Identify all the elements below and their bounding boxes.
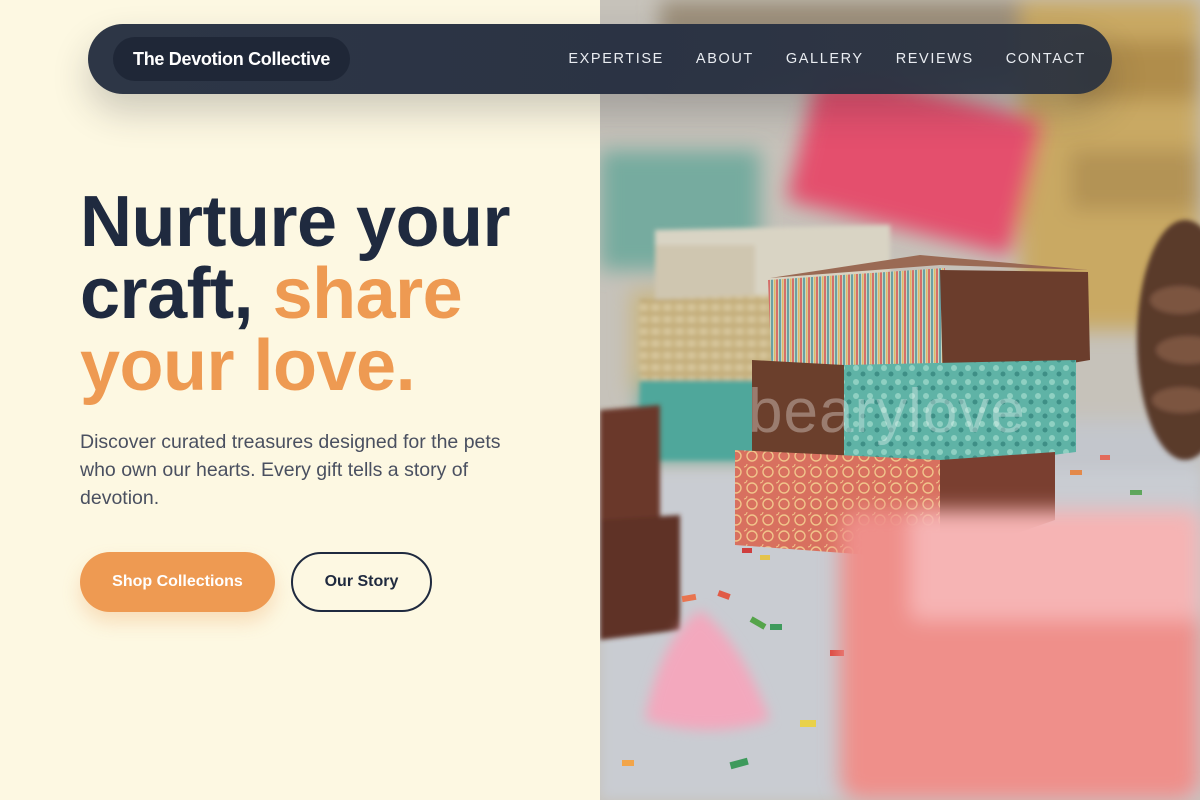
hero-headline: Nurture your craft, share your love.: [80, 186, 580, 402]
nav-link-reviews[interactable]: REVIEWS: [896, 51, 974, 67]
our-story-button[interactable]: Our Story: [291, 552, 432, 612]
nav-links: EXPERTISE ABOUT GALLERY REVIEWS CONTACT: [536, 51, 1086, 67]
nav-link-gallery[interactable]: GALLERY: [786, 51, 864, 67]
brand-logo[interactable]: The Devotion Collective: [113, 37, 351, 81]
hero-subtext: Discover curated treasures designed for …: [80, 431, 501, 509]
nav-link-contact[interactable]: CONTACT: [1006, 51, 1086, 67]
hero-image: bearylove: [600, 0, 1200, 800]
shop-collections-button[interactable]: Shop Collections: [80, 552, 275, 612]
top-navbar: The Devotion Collective EXPERTISE ABOUT …: [88, 24, 1112, 94]
image-watermark: bearylove: [748, 377, 1026, 446]
nav-link-expertise[interactable]: EXPERTISE: [568, 51, 664, 67]
nav-link-about[interactable]: ABOUT: [696, 51, 754, 67]
